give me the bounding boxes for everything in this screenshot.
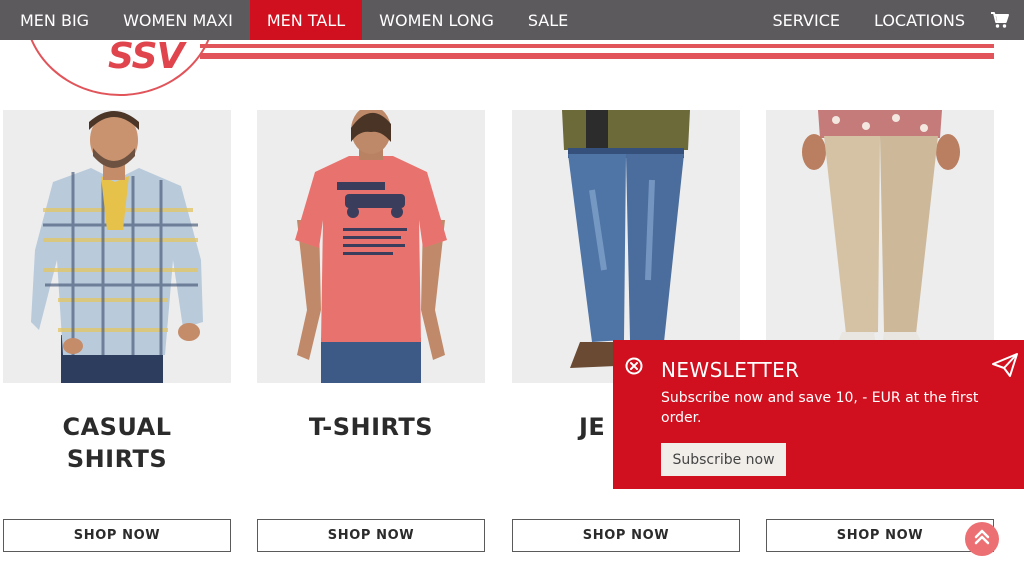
nav-service[interactable]: SERVICE — [756, 0, 857, 40]
nav-men-tall[interactable]: MEN TALL — [249, 0, 363, 40]
subscribe-button[interactable]: Subscribe now — [661, 443, 786, 476]
banner-stripe — [200, 44, 994, 48]
shopping-cart-icon[interactable] — [982, 0, 1024, 40]
paper-plane-icon — [991, 352, 1019, 383]
category-title[interactable]: CASUAL SHIRTS — [3, 411, 231, 481]
brand-logo[interactable]: SSV — [108, 36, 184, 77]
shop-now-button[interactable]: SHOP NOW — [3, 519, 231, 552]
chevron-up-icon — [972, 527, 992, 552]
newsletter-title: NEWSLETTER — [661, 358, 800, 382]
banner-stripe — [200, 53, 994, 59]
product-image-casual-shirt[interactable] — [3, 110, 231, 383]
category-title[interactable]: T-SHIRTS — [257, 411, 485, 481]
newsletter-popup: NEWSLETTER Subscribe now and save 10, - … — [613, 340, 1024, 489]
category-title-line: CASUAL — [62, 413, 172, 441]
nav-women-maxi[interactable]: WOMEN MAXI — [106, 0, 250, 40]
category-title-line: T-SHIRTS — [308, 413, 434, 441]
shop-now-button[interactable]: SHOP NOW — [766, 519, 994, 552]
product-image-t-shirt[interactable] — [257, 110, 485, 383]
category-title-line: SHIRTS — [66, 445, 168, 473]
shop-now-button[interactable]: SHOP NOW — [512, 519, 740, 552]
scroll-to-top-button[interactable] — [965, 522, 999, 556]
top-navigation: MEN BIG WOMEN MAXI MEN TALL WOMEN LONG S… — [0, 0, 1024, 40]
close-circle-icon[interactable] — [625, 357, 643, 380]
nav-men-big[interactable]: MEN BIG — [0, 0, 106, 40]
shop-now-button[interactable]: SHOP NOW — [257, 519, 485, 552]
newsletter-text: Subscribe now and save 10, - EUR at the … — [661, 390, 979, 426]
product-card-t-shirts[interactable]: T-SHIRTS — [257, 110, 485, 481]
nav-women-long[interactable]: WOMEN LONG — [362, 0, 511, 40]
nav-sale[interactable]: SALE — [511, 0, 585, 40]
nav-locations[interactable]: LOCATIONS — [857, 0, 982, 40]
product-card-casual-shirts[interactable]: CASUAL SHIRTS — [3, 110, 231, 481]
